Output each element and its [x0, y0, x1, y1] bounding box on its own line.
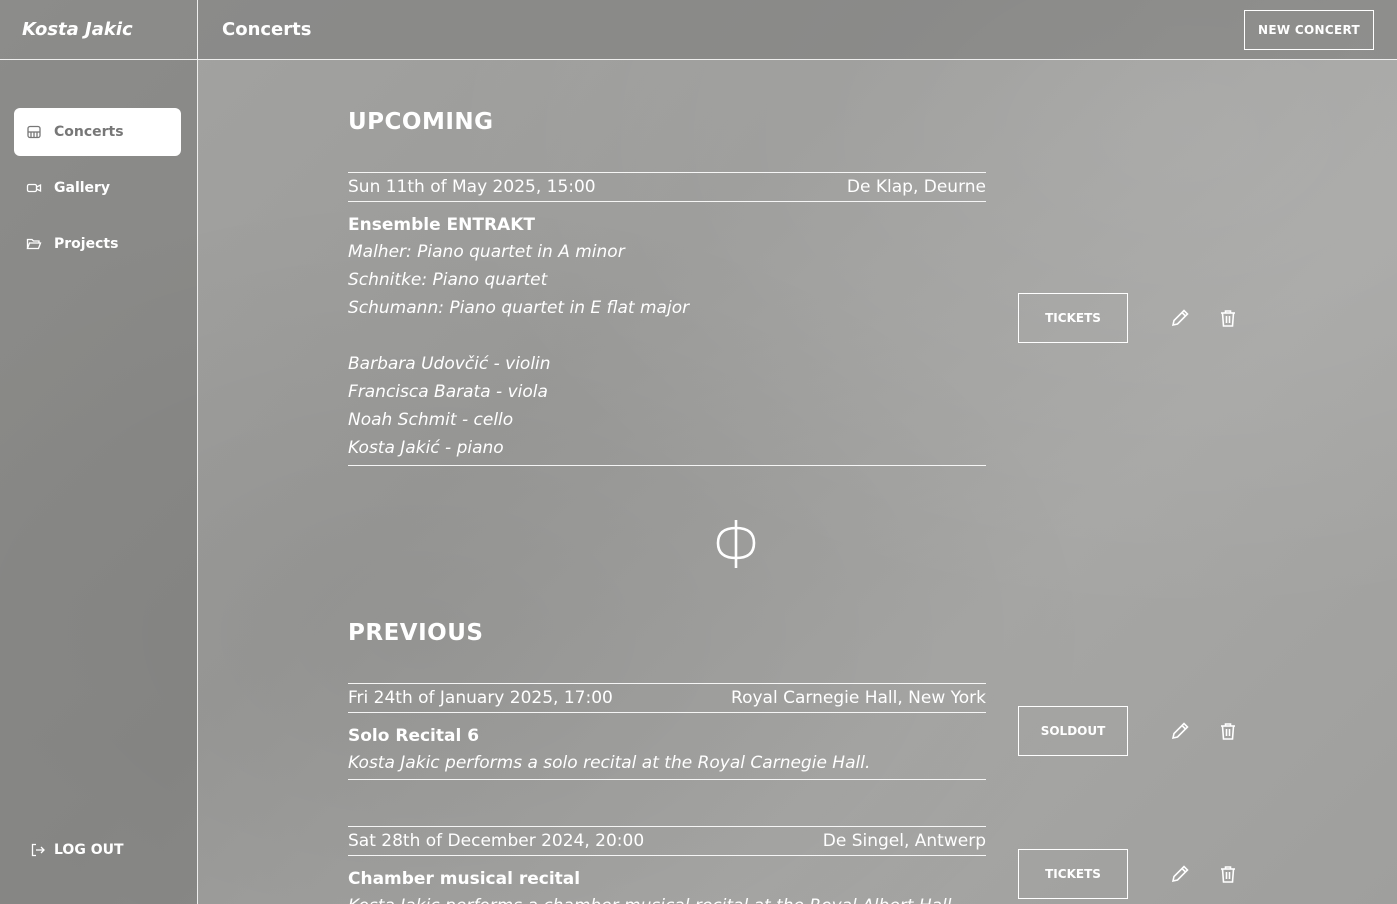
concert-line: Kosta Jakic performs a chamber musical r…	[348, 892, 986, 904]
concert-venue: Royal Carnegie Hall, New York	[731, 688, 986, 708]
delete-trash-icon[interactable]	[1217, 307, 1239, 329]
sidebar: Kosta Jakic Concerts Gallery Projects LO…	[0, 0, 198, 904]
delete-trash-icon[interactable]	[1217, 720, 1239, 742]
top-bar: Concerts	[198, 0, 1397, 60]
concert-details: Chamber musical recital Kosta Jakic perf…	[348, 856, 986, 904]
soldout-button[interactable]: SOLDOUT	[1018, 706, 1128, 756]
logout-label: LOG OUT	[54, 842, 124, 858]
concert-date: Sun 11th of May 2025, 15:00	[348, 177, 596, 197]
brand-name[interactable]: Kosta Jakic	[22, 19, 133, 40]
page-title: Concerts	[222, 19, 312, 40]
sidebar-item-label: Gallery	[54, 180, 111, 196]
sidebar-item-projects[interactable]: Projects	[14, 220, 181, 268]
concert-venue: De Singel, Antwerp	[822, 831, 986, 851]
concert-line: Noah Schmit - cello	[348, 410, 514, 430]
concert-header: Sun 11th of May 2025, 15:00 De Klap, Deu…	[348, 172, 986, 202]
concert-line: Malher: Piano quartet in A minor	[348, 242, 625, 262]
sidebar-item-label: Concerts	[54, 124, 124, 140]
piano-icon	[26, 124, 42, 140]
concert-card: Sun 11th of May 2025, 15:00 De Klap, Deu…	[348, 172, 986, 466]
folder-open-icon	[26, 236, 42, 252]
concert-title: Chamber musical recital	[348, 869, 581, 889]
logout-button[interactable]: LOG OUT	[30, 842, 124, 858]
edit-pencil-icon[interactable]	[1169, 863, 1191, 885]
concert-title: Ensemble ENTRAKT	[348, 215, 535, 235]
concert-title: Solo Recital 6	[348, 726, 480, 746]
sidebar-brand-area: Kosta Jakic	[0, 0, 197, 60]
section-title-previous: PREVIOUS	[348, 620, 484, 646]
concert-card: Sat 28th of December 2024, 20:00 De Sing…	[348, 826, 986, 904]
delete-trash-icon[interactable]	[1217, 863, 1239, 885]
concert-line: Kosta Jakic performs a solo recital at t…	[348, 753, 871, 773]
section-title-upcoming: UPCOMING	[348, 109, 494, 135]
logo-glyph-icon	[715, 518, 757, 570]
concert-line: Kosta Jakić - piano	[348, 438, 504, 458]
tickets-button[interactable]: TICKETS	[1018, 849, 1128, 899]
edit-pencil-icon[interactable]	[1169, 307, 1191, 329]
sidebar-item-label: Projects	[54, 236, 119, 252]
edit-pencil-icon[interactable]	[1169, 720, 1191, 742]
concert-card: Fri 24th of January 2025, 17:00 Royal Ca…	[348, 683, 986, 780]
concert-header: Fri 24th of January 2025, 17:00 Royal Ca…	[348, 683, 986, 713]
sidebar-item-concerts[interactable]: Concerts	[14, 108, 181, 156]
concert-date: Fri 24th of January 2025, 17:00	[348, 688, 613, 708]
concert-venue: De Klap, Deurne	[846, 177, 986, 197]
new-concert-button[interactable]: NEW CONCERT	[1244, 10, 1374, 50]
concert-line: Barbara Udovčić - violin	[348, 354, 551, 374]
concert-line-spacer	[348, 322, 986, 350]
video-camera-icon	[26, 180, 42, 196]
concert-details: Solo Recital 6 Kosta Jakic performs a so…	[348, 713, 986, 780]
concert-line: Francisca Barata - viola	[348, 382, 548, 402]
concert-line: Schnitke: Piano quartet	[348, 270, 548, 290]
logout-icon	[30, 842, 46, 858]
concert-line: Schumann: Piano quartet in E flat major	[348, 298, 690, 318]
concert-header: Sat 28th of December 2024, 20:00 De Sing…	[348, 826, 986, 856]
concert-details: Ensemble ENTRAKT Malher: Piano quartet i…	[348, 202, 986, 466]
sidebar-item-gallery[interactable]: Gallery	[14, 164, 181, 212]
concert-date: Sat 28th of December 2024, 20:00	[348, 831, 645, 851]
tickets-button[interactable]: TICKETS	[1018, 293, 1128, 343]
